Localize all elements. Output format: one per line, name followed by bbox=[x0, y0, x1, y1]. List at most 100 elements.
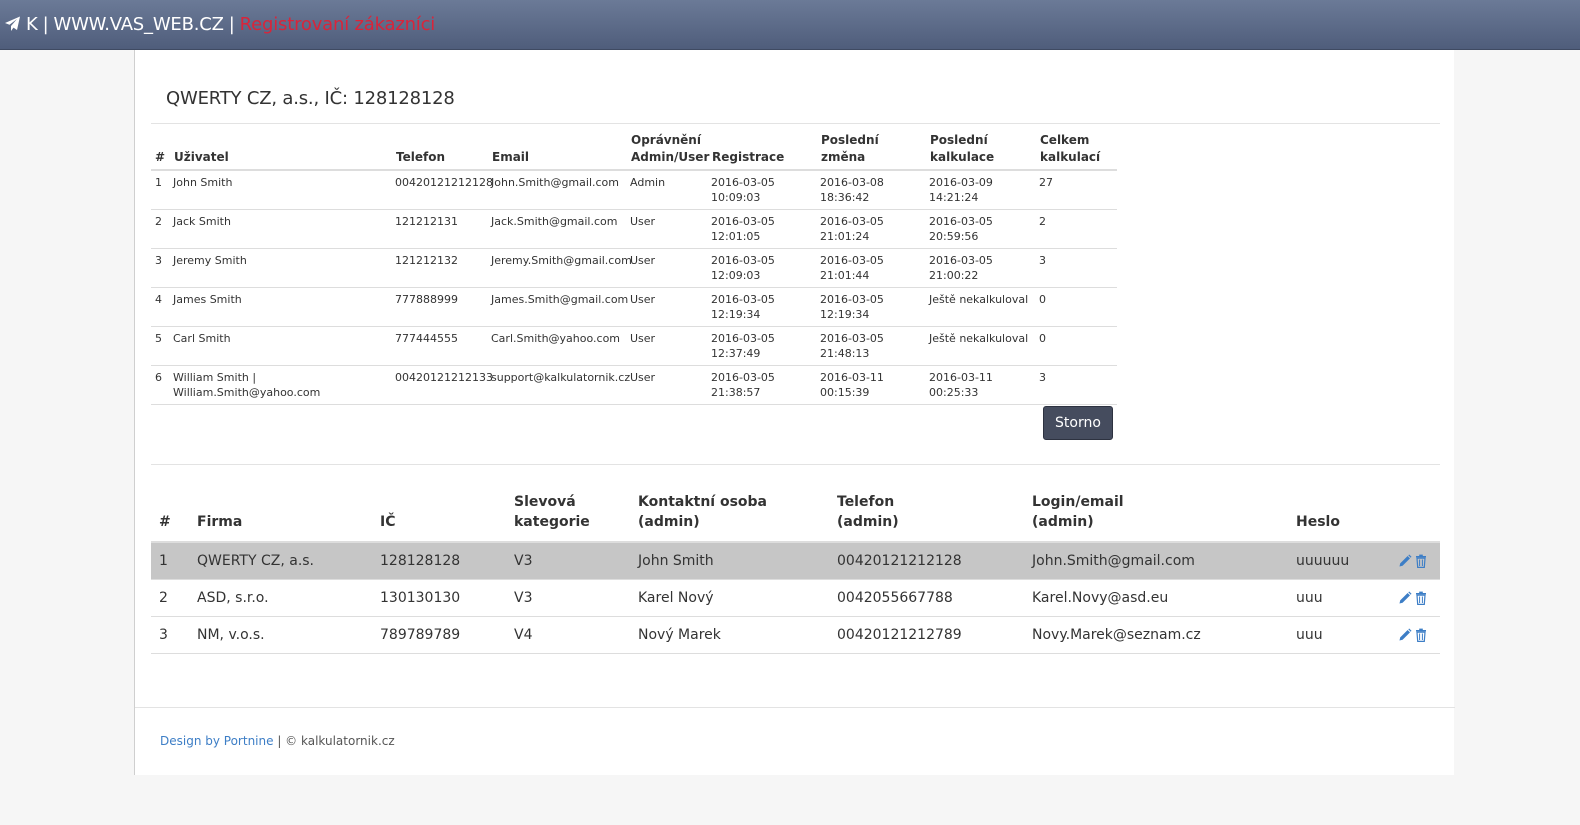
cell-last-change: 2016-03-08 18:36:42 bbox=[817, 170, 926, 210]
cell-contact: John Smith bbox=[630, 542, 829, 580]
col-header-phone[interactable]: Telefon (admin) bbox=[829, 492, 1024, 543]
cell-num: 1 bbox=[151, 542, 189, 580]
cell-password: uuu bbox=[1288, 579, 1383, 617]
breadcrumb-separator: | bbox=[42, 14, 49, 35]
divider bbox=[151, 123, 1440, 124]
cell-ic: 130130130 bbox=[372, 579, 506, 617]
table-row[interactable]: 3 Jeremy Smith 121212132 Jeremy.Smith@gmail… bbox=[151, 248, 1117, 288]
table-row[interactable]: 3 NM, v.o.s. 789789789 V4 Nový Marek 00420121… bbox=[151, 616, 1440, 654]
cell-permission: Admin bbox=[627, 170, 708, 210]
cell-last-change: 2016-03-05 12:19:34 bbox=[817, 287, 926, 327]
brand-logo[interactable]: K bbox=[26, 14, 38, 35]
cell-ic: 128128128 bbox=[372, 542, 506, 580]
cell-registration: 2016-03-05 12:09:03 bbox=[708, 248, 817, 288]
cell-ic: 789789789 bbox=[372, 616, 506, 654]
trash-icon[interactable] bbox=[1414, 591, 1428, 605]
users-table: # Uživatel Telefon Email Oprávnění Admin/… bbox=[151, 132, 1117, 405]
col-header-login[interactable]: Login/email (admin) bbox=[1024, 492, 1288, 543]
cell-user: William Smith | William.Smith@yahoo.com bbox=[170, 365, 392, 405]
cell-last-calculation: 2016-03-11 00:25:33 bbox=[926, 365, 1036, 405]
trash-icon[interactable] bbox=[1414, 628, 1428, 642]
breadcrumb-separator: | bbox=[228, 14, 235, 35]
cell-email: Carl.Smith@yahoo.com bbox=[488, 326, 627, 366]
cell-email: John.Smith@gmail.com bbox=[488, 170, 627, 210]
divider bbox=[151, 464, 1440, 465]
cell-firm: QWERTY CZ, a.s. bbox=[189, 542, 372, 580]
footer-copyright: | © kalkulatornik.cz bbox=[273, 734, 395, 748]
col-header-user[interactable]: Uživatel bbox=[170, 132, 392, 171]
cell-num: 1 bbox=[151, 170, 170, 210]
col-header-permission[interactable]: Oprávnění Admin/User bbox=[627, 132, 709, 171]
col-header-last-change[interactable]: Poslední změna bbox=[817, 132, 926, 171]
cell-phone: 00420121212128 bbox=[392, 170, 493, 210]
cell-phone: 777888999 bbox=[392, 287, 488, 327]
cell-total: 27 bbox=[1036, 170, 1117, 210]
current-page: Registrovaní zákazníci bbox=[239, 14, 436, 35]
col-header-password[interactable]: Heslo bbox=[1288, 492, 1383, 543]
table-row[interactable]: 2 Jack Smith 121212131 Jack.Smith@gmail.com… bbox=[151, 209, 1117, 249]
col-header-email[interactable]: Email bbox=[488, 132, 627, 171]
cell-num: 6 bbox=[151, 365, 170, 405]
cell-phone: 00420121212789 bbox=[829, 616, 1024, 654]
cell-last-change: 2016-03-05 21:48:13 bbox=[817, 326, 926, 366]
col-header-last-calculation[interactable]: Poslední kalkulace bbox=[926, 132, 1036, 171]
col-header-phone[interactable]: Telefon bbox=[392, 132, 488, 171]
table-row[interactable]: 1 QWERTY CZ, a.s. 128128128 V3 John Smith 004… bbox=[151, 542, 1440, 580]
cell-actions bbox=[1383, 579, 1440, 617]
cell-password: uuu bbox=[1288, 616, 1383, 654]
breadcrumb: K | WWW.VAS_WEB.CZ | Registrovaní zákazníci bbox=[4, 14, 435, 35]
cell-permission: User bbox=[627, 209, 708, 249]
cell-total: 0 bbox=[1036, 287, 1117, 327]
trash-icon[interactable] bbox=[1414, 554, 1428, 568]
footer-design-link[interactable]: Design by Portnine bbox=[160, 734, 274, 748]
cell-phone: 121212132 bbox=[392, 248, 488, 288]
cell-permission: User bbox=[627, 365, 708, 405]
table-row[interactable]: 4 James Smith 777888999 James.Smith@gmail.c… bbox=[151, 287, 1117, 327]
col-header-num: # bbox=[151, 492, 189, 543]
cell-actions bbox=[1383, 616, 1440, 654]
cell-discount: V3 bbox=[506, 579, 630, 617]
cell-last-change: 2016-03-05 21:01:24 bbox=[817, 209, 926, 249]
col-header-discount-category[interactable]: Slevová kategorie bbox=[506, 492, 630, 543]
table-row[interactable]: 5 Carl Smith 777444555 Carl.Smith@yahoo.com… bbox=[151, 326, 1117, 366]
cell-num: 2 bbox=[151, 209, 170, 249]
cell-phone: 00420121212133 bbox=[392, 365, 493, 405]
table-header-row: # Firma IČ Slevová kategorie Kontaktní os… bbox=[151, 492, 1440, 543]
cell-total: 3 bbox=[1036, 365, 1117, 405]
storno-button[interactable]: Storno bbox=[1043, 406, 1113, 440]
cell-firm: ASD, s.r.o. bbox=[189, 579, 372, 617]
table-row[interactable]: 6 William Smith | William.Smith@yahoo.com 0… bbox=[151, 365, 1117, 405]
table-row[interactable]: 2 ASD, s.r.o. 130130130 V3 Karel Nový 0042055… bbox=[151, 579, 1440, 617]
pencil-icon[interactable] bbox=[1398, 628, 1412, 642]
cell-login: John.Smith@gmail.com bbox=[1024, 542, 1288, 580]
pencil-icon[interactable] bbox=[1398, 554, 1412, 568]
cell-registration: 2016-03-05 12:01:05 bbox=[708, 209, 817, 249]
cell-total: 0 bbox=[1036, 326, 1117, 366]
pencil-icon[interactable] bbox=[1398, 591, 1412, 605]
cell-actions bbox=[1383, 542, 1440, 580]
cell-num: 4 bbox=[151, 287, 170, 327]
table-row[interactable]: 1 John Smith 00420121212128 John.Smith@gmai… bbox=[151, 170, 1117, 210]
cell-user: James Smith bbox=[170, 287, 392, 327]
cell-user: John Smith bbox=[170, 170, 392, 210]
cell-user: Carl Smith bbox=[170, 326, 392, 366]
cell-num: 5 bbox=[151, 326, 170, 366]
cell-last-calculation: 2016-03-09 14:21:24 bbox=[926, 170, 1036, 210]
cell-email: support@kalkulatornik.cz bbox=[488, 365, 630, 405]
cell-phone: 0042055667788 bbox=[829, 579, 1024, 617]
cell-firm: NM, v.o.s. bbox=[189, 616, 372, 654]
col-header-registration[interactable]: Registrace bbox=[708, 132, 817, 171]
cell-registration: 2016-03-05 12:19:34 bbox=[708, 287, 817, 327]
cell-last-calculation: Ještě nekalkuloval bbox=[926, 326, 1036, 366]
paper-plane-icon bbox=[5, 16, 20, 31]
page-title: QWERTY CZ, a.s., IČ: 128128128 bbox=[166, 88, 455, 109]
site-link[interactable]: WWW.VAS_WEB.CZ bbox=[53, 14, 223, 35]
cell-last-change: 2016-03-05 21:01:44 bbox=[817, 248, 926, 288]
col-header-contact-person[interactable]: Kontaktní osoba (admin) bbox=[630, 492, 829, 543]
firms-table: # Firma IČ Slevová kategorie Kontaktní os… bbox=[151, 492, 1440, 654]
col-header-ic[interactable]: IČ bbox=[372, 492, 506, 543]
cell-discount: V4 bbox=[506, 616, 630, 654]
col-header-total-calculations[interactable]: Celkem kalkulací bbox=[1036, 132, 1117, 171]
cell-email: Jeremy.Smith@gmail.com bbox=[488, 248, 632, 288]
col-header-firm[interactable]: Firma bbox=[189, 492, 372, 543]
